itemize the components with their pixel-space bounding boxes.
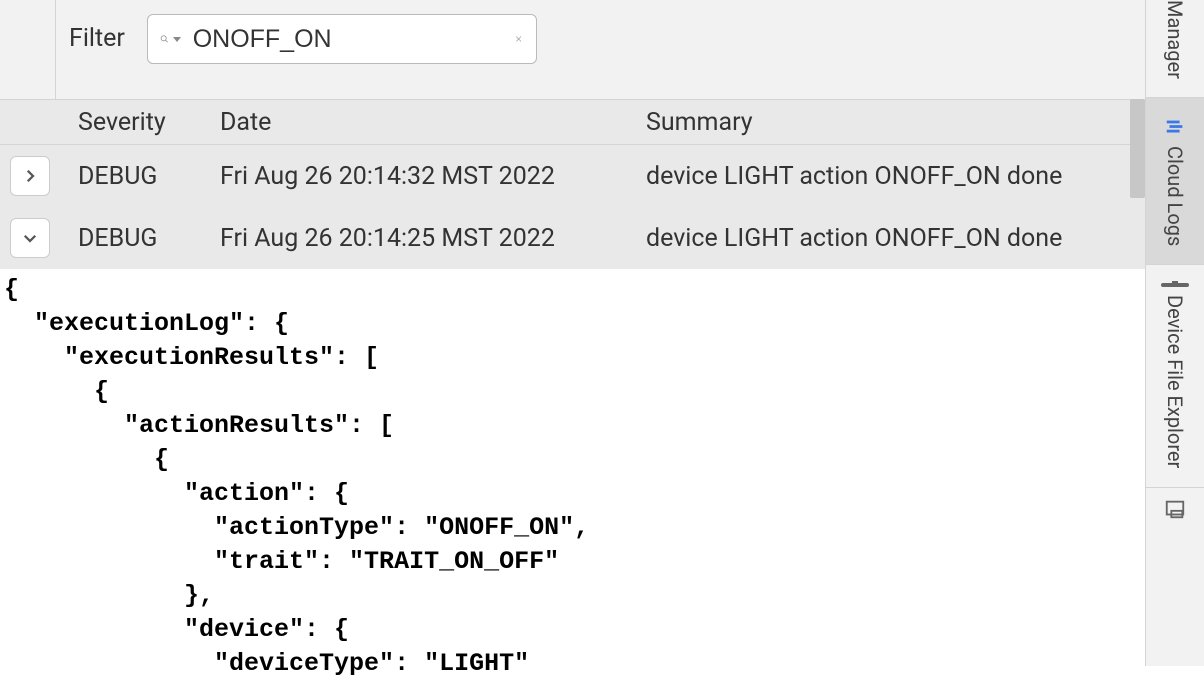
filter-search-wrap[interactable] xyxy=(147,14,537,64)
search-mode-caret-icon[interactable] xyxy=(173,37,181,42)
json-detail-view[interactable]: { "executionLog": { "executionResults": … xyxy=(0,269,1145,681)
left-gutter xyxy=(0,0,56,99)
filter-bar: Filter xyxy=(0,0,1145,99)
collapse-button[interactable] xyxy=(10,218,50,258)
cell-severity: DEBUG xyxy=(78,162,220,191)
scrollbar[interactable] xyxy=(1130,99,1145,198)
sidebar-right: Manager Cloud Logs Device File Explorer xyxy=(1145,0,1204,666)
sidebar-tab-manager[interactable]: Manager xyxy=(1146,0,1204,98)
clear-icon[interactable] xyxy=(515,30,522,48)
sidebar-tab-label: Cloud Logs xyxy=(1163,146,1187,246)
search-icon xyxy=(160,28,169,50)
panel-icon xyxy=(1163,498,1187,520)
cell-date: Fri Aug 26 20:14:25 MST 2022 xyxy=(220,224,646,253)
device-icon xyxy=(1163,283,1187,287)
col-date-header[interactable]: Date xyxy=(220,108,646,137)
cell-severity: DEBUG xyxy=(78,224,220,253)
sidebar-tab-cloud-logs[interactable]: Cloud Logs xyxy=(1146,98,1204,265)
chevron-down-icon xyxy=(21,229,39,247)
col-severity-header[interactable]: Severity xyxy=(78,108,220,137)
cloud-logs-icon xyxy=(1163,116,1187,138)
sidebar-tab-label: Device File Explorer xyxy=(1163,295,1187,468)
log-row[interactable]: DEBUG Fri Aug 26 20:14:32 MST 2022 devic… xyxy=(0,145,1145,207)
col-summary-header[interactable]: Summary xyxy=(646,108,1145,137)
expand-button[interactable] xyxy=(10,156,50,196)
cell-summary: device LIGHT action ONOFF_ON done xyxy=(646,224,1145,253)
cell-summary: device LIGHT action ONOFF_ON done xyxy=(646,162,1145,191)
filter-input[interactable] xyxy=(193,25,515,54)
chevron-right-icon xyxy=(21,167,39,185)
sidebar-tab-label: Manager xyxy=(1163,0,1187,79)
filter-label: Filter xyxy=(57,14,125,64)
sidebar-tab-device-file-explorer[interactable]: Device File Explorer xyxy=(1146,265,1204,487)
sidebar-tab-extra[interactable] xyxy=(1146,488,1204,530)
main-area: Filter Severity Date Summary xyxy=(0,0,1145,666)
cell-date: Fri Aug 26 20:14:32 MST 2022 xyxy=(220,162,646,191)
table-header: Severity Date Summary xyxy=(0,99,1145,145)
log-row[interactable]: DEBUG Fri Aug 26 20:14:25 MST 2022 devic… xyxy=(0,207,1145,269)
